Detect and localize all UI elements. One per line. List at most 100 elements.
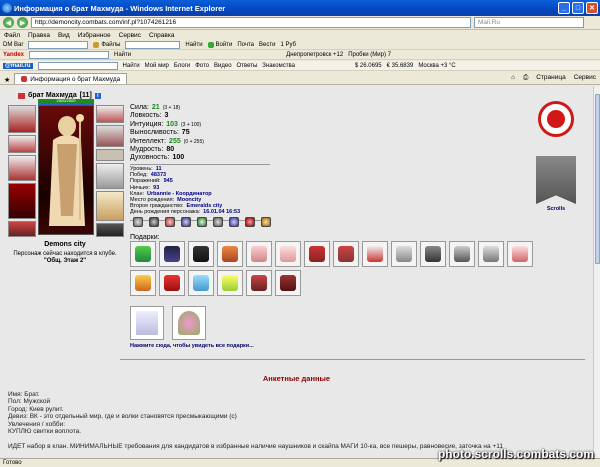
info-icon[interactable]: i bbox=[94, 92, 101, 99]
gift-dome-item[interactable] bbox=[172, 306, 206, 340]
stat-value: 3 bbox=[164, 112, 169, 120]
gift-item[interactable] bbox=[333, 241, 359, 267]
gift-item[interactable] bbox=[478, 241, 504, 267]
gift-item[interactable] bbox=[275, 270, 301, 296]
answers-button[interactable]: Ответы bbox=[237, 63, 258, 69]
menu-edit[interactable]: Правка bbox=[28, 32, 50, 39]
medal-icon[interactable] bbox=[133, 217, 143, 227]
files-field[interactable] bbox=[125, 40, 181, 49]
gift-item[interactable] bbox=[449, 241, 475, 267]
mail-button[interactable]: Почта bbox=[237, 42, 254, 48]
blogs-button[interactable]: Блоги bbox=[174, 63, 190, 69]
medal-icon[interactable] bbox=[165, 217, 175, 227]
clan-emblem-icon[interactable] bbox=[538, 101, 574, 137]
gift-item[interactable] bbox=[246, 270, 272, 296]
yandex-find-button[interactable]: Найти bbox=[114, 52, 131, 58]
gift-item[interactable] bbox=[275, 241, 301, 267]
gift-card-item[interactable] bbox=[130, 306, 164, 340]
mailru-logo[interactable]: @mail.ru bbox=[3, 62, 33, 69]
page-menu[interactable]: Страница bbox=[536, 74, 565, 82]
traffic-widget[interactable]: Пробки (Мир) 7 bbox=[348, 52, 391, 58]
gift-item[interactable] bbox=[188, 270, 214, 296]
character-city: Demons city bbox=[44, 241, 86, 248]
slot-gloves[interactable] bbox=[96, 125, 124, 147]
mymir-button[interactable]: Мой мир bbox=[145, 63, 169, 69]
maximize-button[interactable]: □ bbox=[572, 2, 584, 14]
slot-helmet[interactable] bbox=[96, 105, 124, 123]
medal-icon[interactable] bbox=[149, 217, 159, 227]
service-menu[interactable]: Сервис bbox=[574, 74, 596, 82]
news-button[interactable]: Вести bbox=[259, 42, 275, 48]
menu-favorites[interactable]: Избранное bbox=[78, 32, 111, 39]
gift-item[interactable] bbox=[130, 270, 156, 296]
medal-icon[interactable] bbox=[197, 217, 207, 227]
clan-banner-icon[interactable] bbox=[536, 156, 576, 204]
slot-belt[interactable] bbox=[8, 221, 36, 237]
vertical-scrollbar[interactable] bbox=[593, 86, 600, 458]
slot-cloak[interactable] bbox=[8, 183, 36, 219]
home-icon[interactable]: ⌂ bbox=[511, 74, 515, 82]
info-label: Поражений: bbox=[130, 178, 161, 185]
photo-button[interactable]: Фото bbox=[195, 63, 209, 69]
gift-item[interactable] bbox=[188, 241, 214, 267]
scrollbar-thumb[interactable] bbox=[595, 94, 600, 264]
slot-boots[interactable] bbox=[96, 223, 124, 237]
mailru-find-button[interactable]: Найти bbox=[123, 63, 140, 69]
slot-weapon-left[interactable] bbox=[8, 105, 36, 133]
slot-rings[interactable] bbox=[96, 149, 124, 161]
yandex-logo[interactable]: Yandex bbox=[3, 52, 24, 58]
stat-row: Интеллект: 255 (0 + 255) bbox=[130, 138, 280, 146]
enter-button[interactable]: Войти bbox=[207, 41, 232, 48]
slot-shield[interactable] bbox=[96, 163, 124, 189]
gift-item[interactable] bbox=[507, 241, 533, 267]
video-button[interactable]: Видео bbox=[214, 63, 232, 69]
menu-help[interactable]: Справка bbox=[149, 32, 175, 39]
gift-item[interactable] bbox=[304, 241, 330, 267]
files-dropdown[interactable]: Файлы bbox=[93, 41, 120, 48]
gift-item[interactable] bbox=[217, 241, 243, 267]
gift-item[interactable] bbox=[362, 241, 388, 267]
slot-earrings[interactable] bbox=[8, 135, 36, 153]
menu-tools[interactable]: Сервис bbox=[119, 32, 141, 39]
yandex-search-field[interactable] bbox=[29, 50, 110, 59]
dm-field[interactable] bbox=[28, 40, 89, 49]
medal-icon[interactable] bbox=[181, 217, 191, 227]
clan-banner-label[interactable]: Scrolls bbox=[536, 206, 576, 212]
dating-button[interactable]: Знакомства bbox=[262, 63, 295, 69]
weather-city[interactable]: Днепропетровск +12 bbox=[286, 52, 343, 58]
medal-icon[interactable] bbox=[213, 217, 223, 227]
back-button[interactable]: ◀ bbox=[3, 17, 14, 28]
gift-item[interactable] bbox=[391, 241, 417, 267]
menu-view[interactable]: Вид bbox=[58, 32, 70, 39]
medal-icon[interactable] bbox=[229, 217, 239, 227]
gift-item[interactable] bbox=[159, 241, 185, 267]
gift-item[interactable] bbox=[159, 270, 185, 296]
location-line: Персонаж сейчас находится в клубе. bbox=[13, 251, 117, 257]
favorites-star-icon[interactable]: ★ bbox=[4, 76, 10, 84]
slot-legs[interactable] bbox=[96, 191, 124, 221]
gift-item[interactable] bbox=[217, 270, 243, 296]
forward-button[interactable]: ▶ bbox=[17, 17, 28, 28]
medal-icon[interactable] bbox=[261, 217, 271, 227]
medal-icon[interactable] bbox=[245, 217, 255, 227]
gift-item[interactable] bbox=[130, 241, 156, 267]
print-icon[interactable]: ⎙ bbox=[523, 74, 528, 82]
tab-character-info[interactable]: Информация о брат Махмуда bbox=[14, 73, 128, 84]
url-input[interactable]: http://demoncity.combats.com/inf.pl?1074… bbox=[31, 17, 471, 28]
stats-block: Сила: 21 (3 + 18) Ловкость: 3 Интуиция: 103 (3 … bbox=[130, 104, 280, 163]
anketa-heading: Анкетные данные bbox=[262, 374, 331, 383]
search-input[interactable]: Mail.Ru bbox=[474, 17, 584, 28]
info-block: Уровень: 11 Побед: 48373 Поражений: 945 Ничьих… bbox=[130, 166, 240, 216]
gift-item[interactable] bbox=[246, 241, 272, 267]
character-portrait[interactable] bbox=[38, 105, 94, 235]
menu-file[interactable]: Файл bbox=[4, 32, 20, 39]
find-button-1[interactable]: Найти bbox=[185, 42, 202, 48]
see-all-gifts-link[interactable]: Нажмите сюда, чтобы увидеть все подарки.… bbox=[130, 343, 254, 349]
anketa-text: Имя: Брат. Пол: Мужской Город: Киев рулит.… bbox=[8, 391, 503, 450]
gift-item[interactable] bbox=[420, 241, 446, 267]
moscow-weather[interactable]: Москва +3 °C bbox=[418, 63, 455, 69]
slot-armor[interactable] bbox=[8, 155, 36, 181]
mailru-search-field[interactable] bbox=[37, 61, 118, 70]
close-button[interactable]: ✕ bbox=[586, 2, 598, 14]
minimize-button[interactable]: _ bbox=[558, 2, 570, 14]
